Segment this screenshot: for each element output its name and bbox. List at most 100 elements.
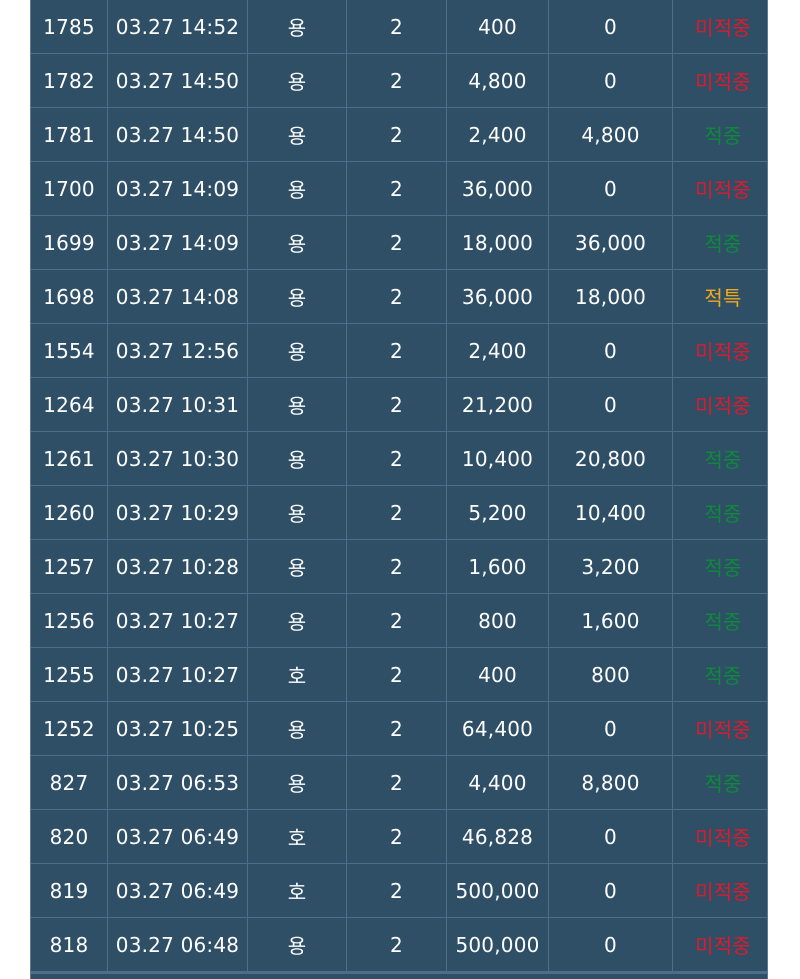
pick-cell: 용 [247, 755, 347, 810]
win-amount-cell: 800 [548, 647, 673, 702]
round-number-cell: 827 [31, 755, 108, 810]
odds-cell: 2 [346, 107, 447, 162]
win-amount-cell: 0 [548, 323, 673, 378]
odds-cell: 2 [346, 701, 447, 756]
table-row[interactable]: 1785 03.27 14:52 용 2 400 0 미적중 [31, 0, 767, 54]
win-amount-cell: 0 [548, 917, 673, 972]
table-row[interactable]: 1554 03.27 12:56 용 2 2,400 0 미적중 [31, 323, 767, 378]
table-row[interactable]: 818 03.27 06:48 용 2 500,000 0 미적중 [31, 917, 767, 972]
table-row[interactable]: 1698 03.27 14:08 용 2 36,000 18,000 적특 [31, 269, 767, 324]
win-amount-cell: 20,800 [548, 431, 673, 486]
bet-history-table: 1785 03.27 14:52 용 2 400 0 미적중 1782 03.27 14:50 용… [31, 0, 767, 972]
table-row[interactable]: 1781 03.27 14:50 용 2 2,400 4,800 적중 [31, 107, 767, 162]
round-number-cell: 820 [31, 809, 108, 864]
table-row[interactable]: 820 03.27 06:49 호 2 46,828 0 미적중 [31, 809, 767, 864]
table-row[interactable]: 1782 03.27 14:50 용 2 4,800 0 미적중 [31, 53, 767, 108]
table-row[interactable]: 1255 03.27 10:27 호 2 400 800 적중 [31, 647, 767, 702]
round-number-cell: 1252 [31, 701, 108, 756]
result-cell: 적중 [672, 215, 767, 270]
bet-time-cell: 03.27 06:49 [107, 809, 248, 864]
bet-amount-cell: 4,400 [446, 755, 549, 810]
bet-amount-cell: 10,400 [446, 431, 549, 486]
odds-cell: 2 [346, 917, 447, 972]
bet-history-table-container: 1785 03.27 14:52 용 2 400 0 미적중 1782 03.27 14:50 용… [30, 0, 768, 979]
bet-time-cell: 03.27 06:49 [107, 863, 248, 918]
pick-cell: 호 [247, 809, 347, 864]
bet-time-cell: 03.27 06:48 [107, 917, 248, 972]
round-number-cell: 1255 [31, 647, 108, 702]
odds-cell: 2 [346, 377, 447, 432]
pick-cell: 용 [247, 107, 347, 162]
table-row[interactable]: 1264 03.27 10:31 용 2 21,200 0 미적중 [31, 377, 767, 432]
result-cell: 미적중 [672, 53, 767, 108]
odds-cell: 2 [346, 863, 447, 918]
result-cell: 미적중 [672, 917, 767, 972]
pick-cell: 용 [247, 323, 347, 378]
bet-time-cell: 03.27 10:30 [107, 431, 248, 486]
result-cell: 적중 [672, 593, 767, 648]
table-row[interactable]: 1252 03.27 10:25 용 2 64,400 0 미적중 [31, 701, 767, 756]
round-number-cell: 1782 [31, 53, 108, 108]
bet-time-cell: 03.27 10:28 [107, 539, 248, 594]
bet-amount-cell: 500,000 [446, 863, 549, 918]
bet-amount-cell: 500,000 [446, 917, 549, 972]
bet-history-rows: 1785 03.27 14:52 용 2 400 0 미적중 1782 03.27 14:50 용… [31, 0, 767, 972]
table-row[interactable]: 1700 03.27 14:09 용 2 36,000 0 미적중 [31, 161, 767, 216]
round-number-cell: 1785 [31, 0, 108, 54]
round-number-cell: 1699 [31, 215, 108, 270]
pick-cell: 용 [247, 377, 347, 432]
bet-amount-cell: 2,400 [446, 107, 549, 162]
bet-time-cell: 03.27 14:09 [107, 161, 248, 216]
bet-amount-cell: 18,000 [446, 215, 549, 270]
pick-cell: 용 [247, 215, 347, 270]
odds-cell: 2 [346, 539, 447, 594]
result-cell: 적특 [672, 269, 767, 324]
result-cell: 미적중 [672, 701, 767, 756]
pick-cell: 용 [247, 917, 347, 972]
bet-amount-cell: 400 [446, 0, 549, 54]
table-row[interactable]: 1257 03.27 10:28 용 2 1,600 3,200 적중 [31, 539, 767, 594]
win-amount-cell: 36,000 [548, 215, 673, 270]
table-row[interactable]: 819 03.27 06:49 호 2 500,000 0 미적중 [31, 863, 767, 918]
round-number-cell: 1698 [31, 269, 108, 324]
round-number-cell: 818 [31, 917, 108, 972]
table-row[interactable]: 1699 03.27 14:09 용 2 18,000 36,000 적중 [31, 215, 767, 270]
odds-cell: 2 [346, 215, 447, 270]
bet-time-cell: 03.27 10:29 [107, 485, 248, 540]
win-amount-cell: 0 [548, 161, 673, 216]
result-cell: 미적중 [672, 161, 767, 216]
result-cell: 적중 [672, 647, 767, 702]
bet-time-cell: 03.27 10:27 [107, 593, 248, 648]
round-number-cell: 819 [31, 863, 108, 918]
round-number-cell: 1781 [31, 107, 108, 162]
bet-time-cell: 03.27 14:08 [107, 269, 248, 324]
table-row[interactable]: 1256 03.27 10:27 용 2 800 1,600 적중 [31, 593, 767, 648]
bet-time-cell: 03.27 14:50 [107, 53, 248, 108]
bet-time-cell: 03.27 06:53 [107, 755, 248, 810]
result-cell: 미적중 [672, 0, 767, 54]
result-cell: 적중 [672, 539, 767, 594]
pick-cell: 용 [247, 269, 347, 324]
table-row[interactable]: 1260 03.27 10:29 용 2 5,200 10,400 적중 [31, 485, 767, 540]
table-row[interactable]: 1261 03.27 10:30 용 2 10,400 20,800 적중 [31, 431, 767, 486]
odds-cell: 2 [346, 485, 447, 540]
win-amount-cell: 0 [548, 0, 673, 54]
bet-amount-cell: 64,400 [446, 701, 549, 756]
odds-cell: 2 [346, 269, 447, 324]
bet-time-cell: 03.27 10:25 [107, 701, 248, 756]
pick-cell: 용 [247, 593, 347, 648]
bet-time-cell: 03.27 14:50 [107, 107, 248, 162]
odds-cell: 2 [346, 809, 447, 864]
win-amount-cell: 4,800 [548, 107, 673, 162]
win-amount-cell: 0 [548, 377, 673, 432]
win-amount-cell: 18,000 [548, 269, 673, 324]
odds-cell: 2 [346, 755, 447, 810]
bet-amount-cell: 21,200 [446, 377, 549, 432]
bet-amount-cell: 1,600 [446, 539, 549, 594]
table-row[interactable]: 827 03.27 06:53 용 2 4,400 8,800 적중 [31, 755, 767, 810]
odds-cell: 2 [346, 647, 447, 702]
win-amount-cell: 8,800 [548, 755, 673, 810]
bet-amount-cell: 800 [446, 593, 549, 648]
round-number-cell: 1260 [31, 485, 108, 540]
pick-cell: 용 [247, 431, 347, 486]
